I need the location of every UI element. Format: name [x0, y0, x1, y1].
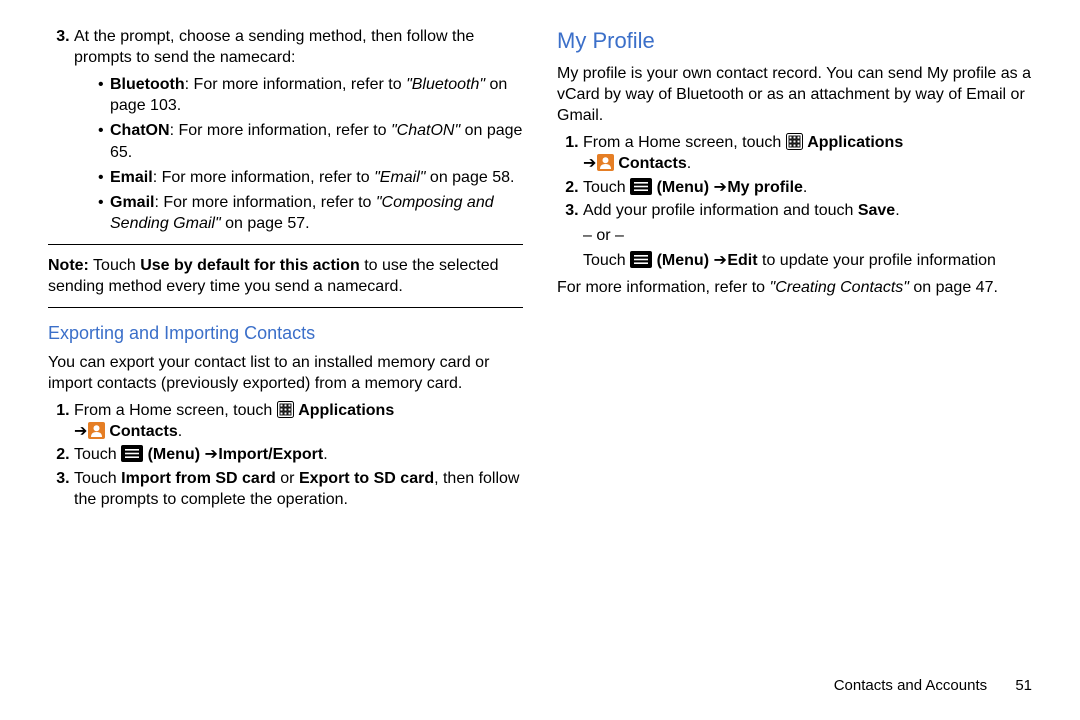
- bullet-bluetooth: Bluetooth: For more information, refer t…: [98, 74, 523, 116]
- export-step-1: From a Home screen, touch Applications ➔…: [74, 400, 523, 442]
- profile-step-1: From a Home screen, touch Applications ➔…: [583, 132, 1032, 174]
- export-intro: You can export your contact list to an i…: [48, 352, 523, 394]
- manual-page: At the prompt, choose a sending method, …: [0, 0, 1080, 720]
- menu-icon: [121, 445, 143, 462]
- menu-icon: [630, 178, 652, 195]
- divider: [48, 307, 523, 308]
- heading-my-profile: My Profile: [557, 26, 1032, 55]
- or-separator: – or –: [583, 225, 1032, 246]
- profile-more-info: For more information, refer to "Creating…: [557, 277, 1032, 298]
- bullet-chaton: ChatON: For more information, refer to "…: [98, 120, 523, 162]
- bullet-gmail: Gmail: For more information, refer to "C…: [98, 192, 523, 234]
- arrow-right-icon: ➔: [583, 155, 597, 172]
- export-step-3: Touch Import from SD card or Export to S…: [74, 468, 523, 510]
- applications-icon: [786, 133, 803, 150]
- profile-step-2: Touch (Menu) ➔ My profile.: [583, 177, 1032, 198]
- footer-section: Contacts and Accounts: [834, 677, 987, 694]
- note-block: Note: Touch Use by default for this acti…: [48, 255, 523, 297]
- my-profile-intro: My profile is your own contact record. Y…: [557, 63, 1032, 126]
- step3-bullets: Bluetooth: For more information, refer t…: [74, 74, 523, 234]
- arrow-right-icon: ➔: [74, 423, 88, 440]
- right-column: My Profile My profile is your own contac…: [557, 26, 1032, 512]
- arrow-right-icon: ➔: [713, 179, 727, 196]
- contacts-icon: [597, 154, 614, 171]
- left-step3: At the prompt, choose a sending method, …: [74, 26, 523, 234]
- footer-page-number: 51: [1015, 677, 1032, 694]
- applications-icon: [277, 401, 294, 418]
- page-footer: Contacts and Accounts 51: [834, 677, 1032, 694]
- arrow-right-icon: ➔: [713, 252, 727, 269]
- arrow-right-icon: ➔: [204, 446, 218, 463]
- contacts-icon: [88, 422, 105, 439]
- step3-intro: At the prompt, choose a sending method, …: [74, 28, 474, 66]
- profile-step-3: Add your profile information and touch S…: [583, 200, 1032, 271]
- bullet-email: Email: For more information, refer to "E…: [98, 167, 523, 188]
- export-step-2: Touch (Menu) ➔ Import/Export.: [74, 444, 523, 465]
- divider: [48, 244, 523, 245]
- heading-export-import: Exporting and Importing Contacts: [48, 322, 523, 346]
- menu-icon: [630, 251, 652, 268]
- left-column: At the prompt, choose a sending method, …: [48, 26, 523, 512]
